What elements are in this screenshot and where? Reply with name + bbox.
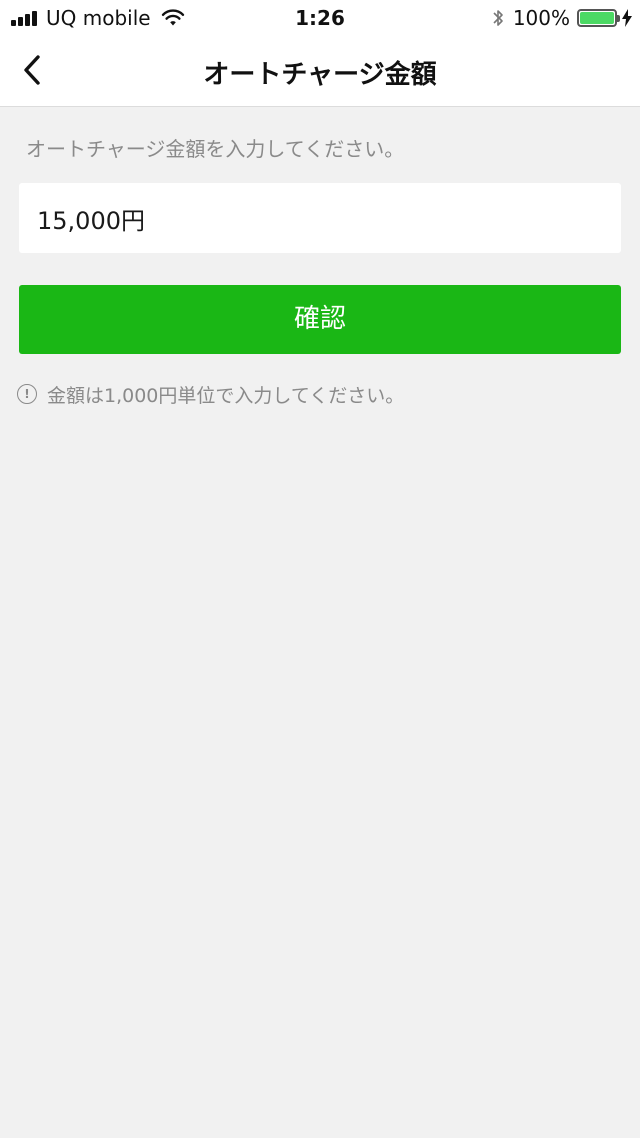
battery-nub [617,15,620,22]
confirm-button[interactable]: 確認 [19,285,621,354]
notice-text: 金額は1,000円単位で入力してください。 [47,384,405,407]
status-bar: UQ mobile 1:26 100% [0,0,640,36]
bluetooth-icon [493,10,503,26]
page-title: オートチャージ金額 [203,60,437,90]
nav-bar: オートチャージ金額 [0,36,640,107]
status-right: 100% [491,6,632,30]
instruction-text: オートチャージ金額を入力してください。 [26,137,405,161]
charging-bolt-icon [622,9,632,27]
notice: ! 金額は1,000円単位で入力してください。 [17,381,404,407]
battery-fill [580,12,614,24]
battery-icon [577,9,620,27]
screen: UQ mobile 1:26 100% オートチャージ金額 オートチャージ金額を… [0,0,640,1138]
amount-input[interactable] [19,183,621,253]
battery-percent: 100% [512,6,570,30]
info-exclamation-icon: ! [17,384,37,404]
